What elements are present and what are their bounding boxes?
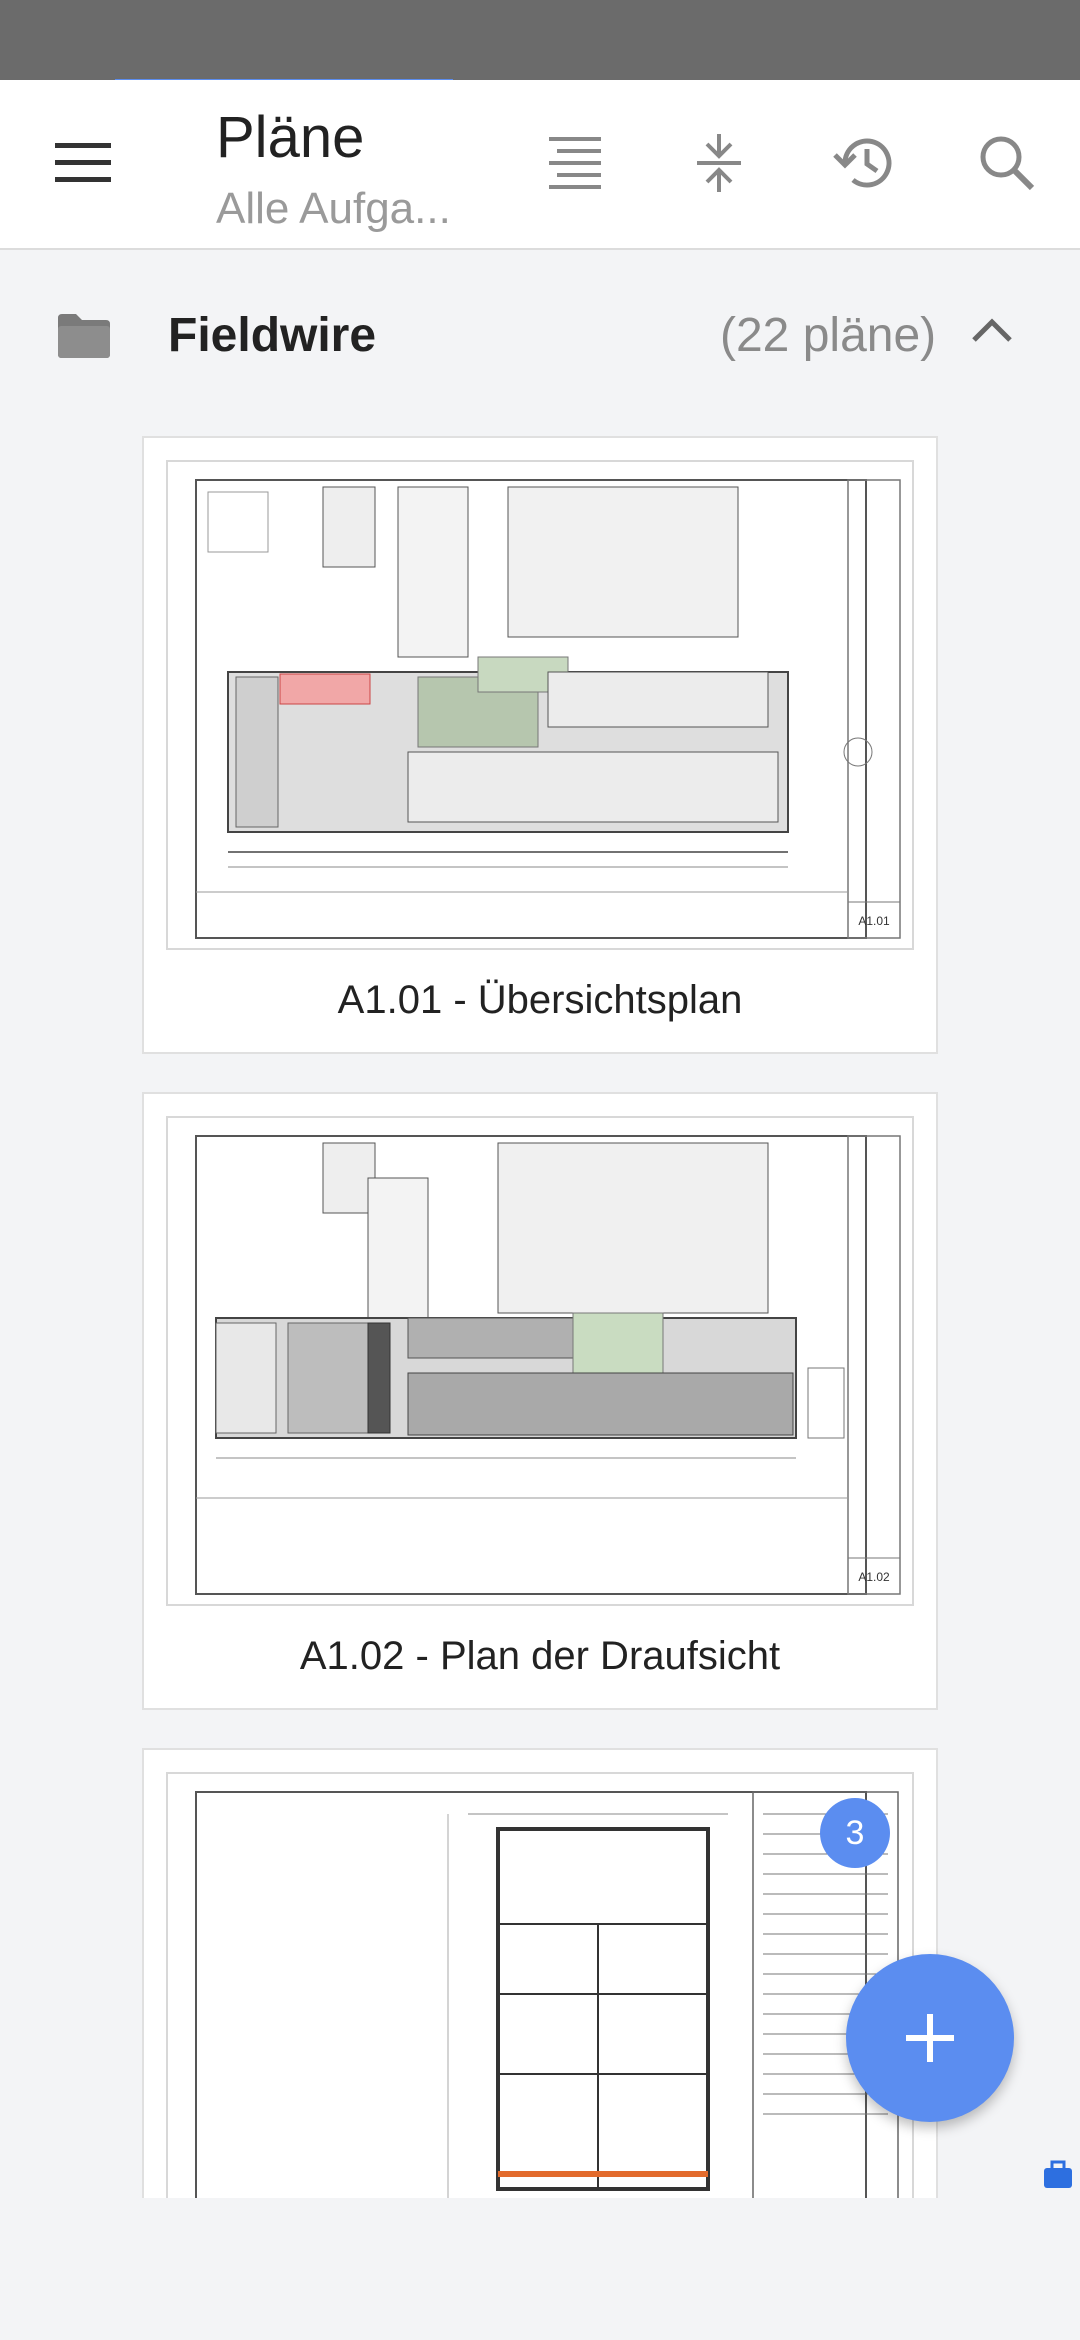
- history-icon: [833, 138, 892, 188]
- notification-badge: 3: [820, 1798, 890, 1868]
- plan-thumbnail: A1.02: [166, 1116, 914, 1606]
- plan-thumbnail: A1.01: [166, 460, 914, 950]
- bottom-spacer: [0, 2198, 1080, 2340]
- collapse-all-button[interactable]: [674, 118, 764, 208]
- plus-icon: [906, 2014, 954, 2062]
- plan-title: A1.02 - Plan der Draufsicht: [299, 1634, 781, 1678]
- plan-thumbnail: [166, 1772, 914, 2202]
- history-button[interactable]: [818, 118, 908, 208]
- add-plan-button[interactable]: [846, 1954, 1014, 2122]
- top-app-bar: Pläne Alle Aufga...: [0, 80, 1080, 250]
- filter-button[interactable]: [530, 118, 620, 208]
- plan-card[interactable]: A1.02 A1.02 - Plan der Draufsicht: [142, 1092, 938, 1710]
- sheet-number: A1.01: [858, 914, 890, 928]
- chevron-up-icon[interactable]: [970, 312, 1014, 348]
- briefcase-icon[interactable]: [1042, 2160, 1074, 2190]
- folder-plan-count: (22 pläne): [720, 309, 937, 362]
- collapse-vertical-icon: [697, 134, 741, 192]
- menu-button[interactable]: [38, 118, 128, 208]
- search-button[interactable]: [962, 118, 1052, 208]
- search-icon: [980, 136, 1035, 191]
- folder-name: Fieldwire: [168, 309, 377, 362]
- page-subtitle[interactable]: Alle Aufga...: [216, 184, 451, 234]
- menu-icon: [55, 143, 111, 182]
- plan-title: A1.01 - Übersichtsplan: [337, 978, 743, 1022]
- folder-icon: [58, 314, 110, 358]
- plan-card[interactable]: [142, 1748, 938, 2202]
- folder-header[interactable]: Fieldwire (22 pläne): [0, 268, 1080, 398]
- status-bar: [0, 0, 1080, 80]
- plan-card[interactable]: A1.01 A1.01 - Übersichtsplan: [142, 436, 938, 1054]
- page-title: Pläne: [216, 105, 365, 170]
- sheet-number: A1.02: [858, 1570, 890, 1584]
- filter-list-icon: [549, 137, 601, 189]
